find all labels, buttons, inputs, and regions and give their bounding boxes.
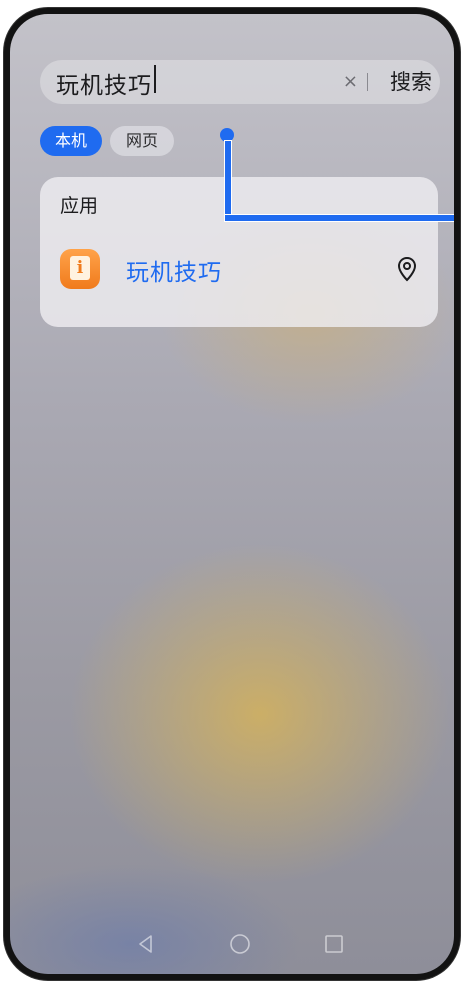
text-cursor: [154, 64, 156, 93]
back-icon[interactable]: [134, 932, 158, 956]
navigation-bar: [10, 924, 454, 964]
search-button[interactable]: 搜索: [390, 66, 432, 98]
clear-icon[interactable]: ×: [343, 71, 358, 93]
result-item[interactable]: i 玩机技巧: [40, 239, 438, 299]
home-icon[interactable]: [228, 932, 252, 956]
results-card: 应用 i 玩机技巧: [40, 177, 438, 327]
filter-chip-web[interactable]: 网页: [110, 126, 174, 156]
search-bar[interactable]: 玩机技巧 × 搜索: [40, 60, 440, 104]
info-glyph: i: [70, 256, 90, 280]
divider: [367, 73, 368, 91]
callout-line: [224, 140, 232, 222]
result-item-label: 玩机技巧: [126, 260, 222, 286]
screen: 玩机技巧 × 搜索 本机 网页 应用 i 玩机技巧: [10, 14, 454, 974]
filter-chip-local[interactable]: 本机: [40, 126, 102, 156]
search-input[interactable]: 玩机技巧: [56, 64, 156, 100]
phone-frame: 玩机技巧 × 搜索 本机 网页 应用 i 玩机技巧: [4, 8, 460, 980]
recent-apps-icon[interactable]: [322, 932, 346, 956]
location-icon[interactable]: [394, 255, 420, 283]
section-title: 应用: [60, 195, 99, 217]
tips-app-icon: i: [60, 249, 100, 289]
callout-line: [224, 214, 454, 222]
